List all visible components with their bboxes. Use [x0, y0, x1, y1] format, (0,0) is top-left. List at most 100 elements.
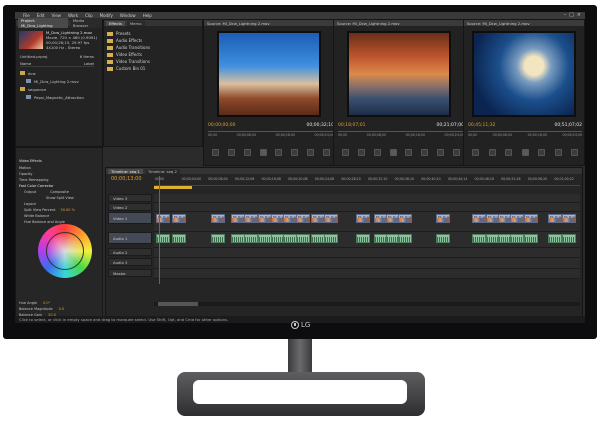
- effects-item-presets[interactable]: Presets: [107, 30, 131, 37]
- effects-item-video-transitions[interactable]: Video Transitions: [107, 58, 150, 65]
- overwrite-button[interactable]: [437, 148, 445, 156]
- color-wheel-ring[interactable]: [46, 232, 84, 270]
- step-back-button[interactable]: [243, 148, 251, 156]
- hue-angle-value[interactable]: 0.0°: [43, 301, 50, 305]
- video-clip[interactable]: Mi_Dcw_1: [244, 214, 258, 223]
- fx-motion[interactable]: Motion: [19, 165, 31, 170]
- scrollbar-thumb[interactable]: [158, 302, 198, 306]
- tab-memo[interactable]: Memo: [126, 20, 145, 26]
- track-lane-video-3[interactable]: [154, 194, 580, 203]
- col-name[interactable]: Name: [20, 61, 31, 66]
- timecode-current[interactable]: 00;18;07;01: [338, 123, 365, 128]
- track-lane-video-2[interactable]: [154, 203, 580, 212]
- monitor-ruler[interactable]: 00;00 00;00;08;00 00;00;16;00 00;00;24;00: [208, 131, 334, 137]
- insert-button[interactable]: [421, 148, 429, 156]
- timeline-ruler[interactable]: 00;0000;00;04;0000;00;08;0400;00;12;0600…: [154, 176, 580, 186]
- list-item[interactable]: dcw: [20, 70, 94, 76]
- play-button[interactable]: [389, 148, 397, 156]
- track-audio-3[interactable]: Audio 3: [108, 258, 152, 266]
- track-lane-audio-3[interactable]: [154, 258, 580, 269]
- fx-output[interactable]: Output Composite: [24, 189, 69, 194]
- audio-clip[interactable]: [436, 234, 450, 243]
- audio-clip[interactable]: [562, 234, 576, 243]
- menu-window[interactable]: Window: [120, 13, 136, 18]
- fx-white-balance[interactable]: White Balance: [24, 213, 49, 218]
- video-clip[interactable]: Mi_Dcw_1: [472, 214, 486, 223]
- track-master[interactable]: Master: [108, 269, 152, 277]
- list-item[interactable]: sequence: [20, 86, 94, 92]
- timecode-current[interactable]: 00;45;11;32: [468, 123, 495, 128]
- monitor-title[interactable]: Source: Mi_Dcw_Lightning 2.mov: [334, 20, 466, 26]
- minimize-button[interactable]: –: [564, 12, 567, 18]
- menu-help[interactable]: Help: [143, 13, 152, 18]
- mark-out-button[interactable]: [357, 148, 365, 156]
- step-back-button[interactable]: [505, 148, 512, 156]
- magnitude-value[interactable]: 0.0: [59, 307, 65, 311]
- playhead[interactable]: [159, 176, 160, 284]
- play-button[interactable]: [521, 148, 529, 156]
- audio-clip[interactable]: [231, 234, 245, 243]
- mark-out-button[interactable]: [227, 148, 235, 156]
- monitor-title[interactable]: Source: Mi_Dcw_Lightning 2.mov: [464, 20, 584, 26]
- video-clip[interactable]: Mi_Dcw_1: [436, 214, 450, 223]
- video-clip[interactable]: Mi_Dcw_1: [311, 214, 325, 223]
- fx-hue-balance[interactable]: Hue Balance and Angle: [24, 219, 65, 224]
- audio-clip[interactable]: [324, 234, 338, 243]
- step-forward-button[interactable]: [538, 148, 545, 156]
- monitor-title[interactable]: Source: Mi_Dcw_Lightning 2.mov: [204, 20, 336, 26]
- list-item[interactable]: Mi_Dcw_Lighting 2.mov: [26, 78, 100, 84]
- audio-clip[interactable]: [472, 234, 486, 243]
- audio-clip[interactable]: [296, 234, 310, 243]
- video-clip[interactable]: Mi_Dcw_1: [524, 214, 538, 223]
- fx-split-view-percent[interactable]: Split View Percent 50.00 %: [24, 207, 75, 212]
- close-button[interactable]: ×: [577, 12, 581, 18]
- track-video-2[interactable]: Video 2: [108, 203, 152, 211]
- step-forward-button[interactable]: [405, 148, 413, 156]
- track-video-3[interactable]: Video 3: [108, 194, 152, 202]
- video-clip[interactable]: Mi_Dcw_1: [172, 214, 186, 223]
- effects-item-audio-transitions[interactable]: Audio Transitions: [107, 44, 150, 51]
- timeline-scrollbar[interactable]: [154, 302, 580, 306]
- audio-clip[interactable]: [510, 234, 524, 243]
- monitor-ruler[interactable]: 00;00 00;00;08;00 00;00;16;00 00;00;24;00: [338, 131, 464, 137]
- tab-timeline-2[interactable]: Timeline: seq 2: [144, 168, 180, 174]
- video-clip[interactable]: Mi_Dcw_1: [510, 214, 524, 223]
- video-clip[interactable]: Mi_Dcw_1: [324, 214, 338, 223]
- video-clip[interactable]: Mi_Dcw_1: [356, 214, 370, 223]
- track-video-1[interactable]: Video 1: [108, 212, 152, 224]
- play-button[interactable]: [259, 148, 267, 156]
- output-value[interactable]: Composite: [50, 190, 69, 194]
- export-frame-button[interactable]: [322, 148, 330, 156]
- audio-clip[interactable]: [244, 234, 258, 243]
- export-frame-button[interactable]: [452, 148, 460, 156]
- fx-show-split-view[interactable]: Show Split View: [46, 195, 74, 200]
- tab-project[interactable]: Project: Mi_Dcw_Lighting: [18, 18, 68, 28]
- export-frame-button[interactable]: [571, 148, 578, 156]
- fx-fast-color-corrector[interactable]: Fast Color Corrector: [19, 183, 54, 188]
- insert-button[interactable]: [291, 148, 299, 156]
- video-clip[interactable]: Mi_Dcw_1: [283, 214, 297, 223]
- track-audio-2[interactable]: Audio 2: [108, 248, 152, 256]
- audio-clip[interactable]: [524, 234, 538, 243]
- video-clip[interactable]: Mi_Dcw_1: [211, 214, 225, 223]
- fx-layout[interactable]: Layout: [24, 201, 36, 206]
- video-clip[interactable]: Mi_Dcw_1: [296, 214, 310, 223]
- tab-media-browser[interactable]: Media Browser: [69, 18, 102, 28]
- audio-clip[interactable]: [172, 234, 186, 243]
- timeline-timecode[interactable]: 00;00;13;00: [111, 176, 142, 182]
- split-percent-value[interactable]: 50.00 %: [60, 208, 74, 212]
- maximize-button[interactable]: □: [569, 12, 574, 18]
- mark-in-button[interactable]: [342, 148, 349, 156]
- col-label[interactable]: Label: [84, 61, 94, 66]
- audio-clip[interactable]: [283, 234, 297, 243]
- step-back-button[interactable]: [373, 148, 381, 156]
- effects-item-custom-bin[interactable]: Custom Bin 01: [107, 65, 145, 72]
- effects-item-video-effects[interactable]: Video Effects: [107, 51, 142, 58]
- video-clip[interactable]: Mi_Dcw_1: [548, 214, 562, 223]
- track-lane-master[interactable]: [154, 269, 580, 279]
- tab-effects[interactable]: Effects: [106, 20, 125, 26]
- track-audio-1[interactable]: Audio 1: [108, 232, 152, 244]
- fx-time-remapping[interactable]: Time Remapping: [19, 177, 49, 182]
- video-clip[interactable]: Mi_Dcw_1: [562, 214, 576, 223]
- audio-clip[interactable]: [311, 234, 325, 243]
